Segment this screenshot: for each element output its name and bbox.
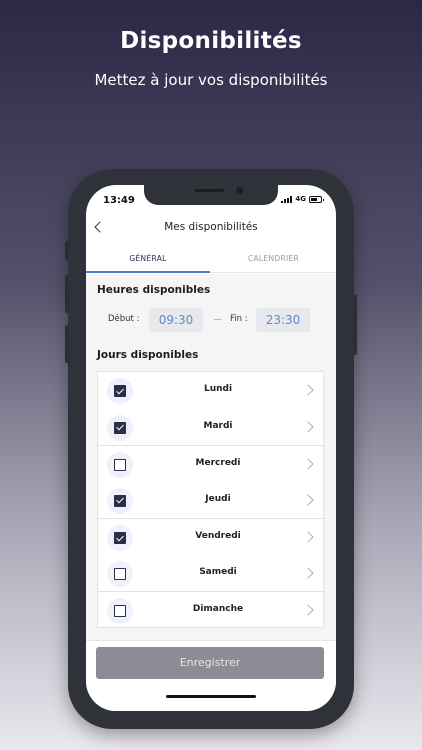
footer: Enregistrer (86, 640, 336, 711)
chevron-right-icon (302, 566, 314, 579)
day-row-vendredi[interactable]: Vendredi (98, 518, 325, 555)
checkbox[interactable] (114, 494, 126, 507)
phone-screen: 13:49 4G Mes disponibilités GÉNÉRAL CALE… (86, 185, 336, 711)
save-button[interactable]: Enregistrer (96, 647, 324, 679)
chevron-right-icon (302, 420, 314, 433)
nav-bar: Mes disponibilités (86, 217, 336, 241)
tab-calendar[interactable]: CALENDRIER (211, 254, 336, 263)
front-camera (236, 187, 243, 194)
tab-general[interactable]: GÉNÉRAL (86, 254, 210, 263)
end-label: Fin : (230, 314, 248, 324)
chevron-right-icon (302, 384, 314, 396)
checkbox[interactable] (114, 605, 126, 617)
day-row-lundi[interactable]: Lundi (98, 372, 325, 409)
volume-up-button (65, 275, 69, 313)
checkbox[interactable] (114, 567, 126, 580)
tab-bar: GÉNÉRAL CALENDRIER (86, 247, 336, 273)
chevron-right-icon (302, 604, 314, 616)
checkbox[interactable] (114, 385, 126, 397)
day-label: Samedi (199, 566, 237, 577)
day-label: Mercredi (195, 458, 241, 468)
speaker-grille (194, 189, 224, 192)
network-type: 4G (295, 195, 306, 203)
signal-icon (281, 195, 293, 203)
day-label: Jeudi (205, 493, 231, 504)
home-indicator (166, 695, 256, 698)
screen-title: Mes disponibilités (164, 221, 258, 233)
checkbox-halo (107, 525, 133, 551)
checkbox-halo (107, 378, 133, 404)
mute-switch (65, 241, 69, 261)
range-dash (214, 319, 221, 320)
chevron-right-icon (302, 531, 314, 543)
day-label: Dimanche (192, 604, 244, 614)
day-row-mardi[interactable]: Mardi (98, 409, 325, 446)
start-time-field[interactable]: 09:30 (149, 308, 203, 332)
status-indicators: 4G (281, 195, 324, 203)
notch (144, 185, 278, 205)
phone-frame: 13:49 4G Mes disponibilités GÉNÉRAL CALE… (65, 169, 357, 729)
day-label: Lundi (203, 384, 233, 394)
checkbox-halo (107, 487, 133, 514)
power-button (353, 295, 357, 355)
promo-title: Disponibilités (120, 28, 302, 54)
days-list: Lundi Mardi Mercredi Jeudi Vendredi Same… (97, 371, 325, 628)
hours-section-title: Heures disponibles (97, 284, 211, 296)
day-row-mercredi[interactable]: Mercredi (98, 445, 325, 482)
checkbox[interactable] (114, 421, 126, 434)
days-section-title: Jours disponibles (97, 349, 199, 361)
chevron-right-icon (302, 458, 314, 470)
end-time-field[interactable]: 23:30 (256, 308, 310, 332)
day-row-dimanche[interactable]: Dimanche (98, 591, 325, 628)
active-tab-indicator (86, 271, 210, 273)
chevron-right-icon (302, 493, 314, 506)
status-time: 13:49 (103, 195, 135, 206)
battery-icon (309, 195, 324, 203)
checkbox[interactable] (114, 459, 126, 471)
day-label: Vendredi (195, 531, 241, 541)
day-row-jeudi[interactable]: Jeudi (98, 482, 325, 519)
day-label: Mardi (203, 420, 233, 431)
volume-down-button (65, 325, 69, 363)
hours-row: Début : 09:30 Fin : 23:30 (86, 308, 336, 332)
checkbox[interactable] (114, 532, 126, 544)
general-content: Heures disponibles Début : 09:30 Fin : 2… (86, 274, 336, 640)
checkbox-halo (107, 560, 133, 587)
checkbox-halo (107, 414, 133, 441)
day-row-samedi[interactable]: Samedi (98, 555, 325, 592)
start-label: Début : (108, 314, 140, 324)
checkbox-halo (107, 452, 133, 478)
promo-subtitle: Mettez à jour vos disponibilités (94, 71, 328, 89)
checkbox-halo (107, 598, 133, 624)
